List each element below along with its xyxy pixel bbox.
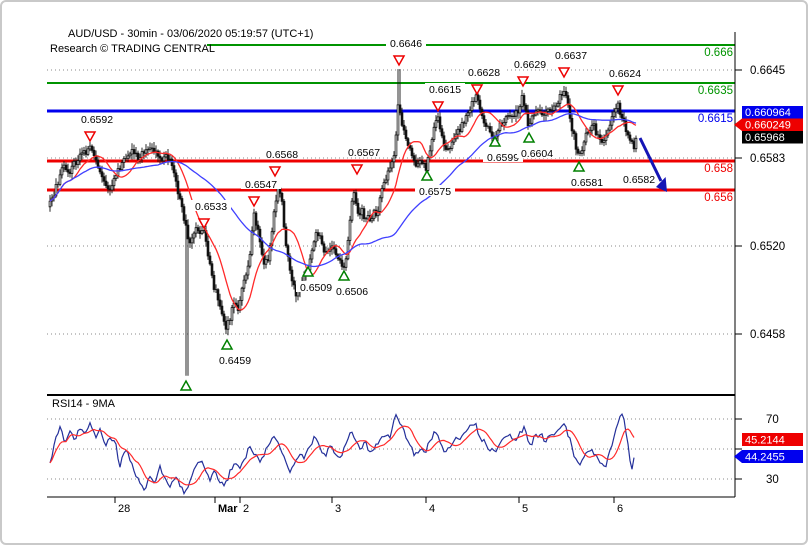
- level-label: 0.6635: [698, 85, 733, 97]
- level-label: 0.656: [704, 192, 733, 204]
- x-axis-tick-label: 3: [335, 503, 341, 515]
- x-axis-tick-label: Mar: [218, 503, 238, 515]
- rsi-tick-label: 70: [766, 414, 779, 426]
- swing-label: 0.6629: [514, 59, 546, 71]
- swing-marker-up: [220, 338, 234, 350]
- y-axis-tick-label: 0.6645: [750, 65, 785, 77]
- y-axis-tick-label: 0.6520: [750, 241, 785, 253]
- swing-marker-up: [522, 131, 536, 143]
- swing-label: 0.6628: [468, 67, 500, 79]
- swing-label: 0.6604: [521, 148, 553, 160]
- price-chart-canvas: 0.6592 0.6533 0.6547 0.6568 0.6567 0.6646 0.66…: [47, 32, 803, 515]
- swing-label: 0.6624: [609, 68, 641, 80]
- chart-attribution: Research © TRADING CENTRAL: [50, 43, 215, 55]
- swing-label: 0.6615: [429, 84, 461, 96]
- swing-label: 0.6533: [195, 201, 227, 213]
- swing-marker-down: [83, 131, 97, 143]
- level-label: 0.658: [704, 163, 733, 175]
- swing-marker-up: [301, 265, 315, 277]
- swing-label: 0.6547: [245, 179, 277, 191]
- chart-title: AUD/USD - 30min - 03/06/2020 05:19:57 (U…: [68, 28, 314, 40]
- swing-label: 0.6459: [219, 355, 251, 367]
- swing-label: 0.6592: [81, 114, 113, 126]
- swing-label: 0.6568: [266, 149, 298, 161]
- swing-marker-down: [247, 196, 261, 208]
- x-axis-tick-label: 5: [522, 503, 528, 515]
- swing-marker-down: [392, 55, 406, 67]
- chart-frame: 0.6592 0.6533 0.6547 0.6568 0.6567 0.6646 0.66…: [0, 0, 808, 545]
- swing-label: 0.6581: [571, 177, 603, 189]
- swing-label: 0.6575: [419, 186, 451, 198]
- swing-marker-down: [268, 166, 282, 178]
- price-badge-value: 45.2144: [745, 435, 785, 447]
- x-axis-tick-label: 28: [118, 503, 130, 515]
- price-badge-value: 0.65968: [745, 132, 785, 144]
- y-axis-tick-label: 0.6583: [750, 153, 785, 165]
- swing-label: 0.6646: [390, 38, 422, 50]
- rsi-tick-label: 30: [766, 474, 779, 486]
- y-axis-tick-label: 0.6458: [750, 329, 785, 341]
- swing-marker-down: [611, 85, 625, 97]
- price-badge-value: 44.2455: [745, 452, 785, 464]
- swing-label: 0.6567: [348, 147, 380, 159]
- candlestick-wicks: [49, 69, 637, 376]
- swing-marker-down: [470, 84, 484, 96]
- price-note-label: 0.6582: [623, 174, 655, 186]
- swing-label: 0.6506: [336, 286, 368, 298]
- level-label: 0.6615: [698, 113, 733, 125]
- swing-label: 0.6599: [487, 152, 519, 164]
- level-label: 0.666: [704, 47, 733, 59]
- x-axis-tick-label: 6: [617, 503, 623, 515]
- swing-marker-down: [350, 164, 364, 176]
- swing-marker-down: [516, 76, 530, 88]
- swing-marker-up: [337, 269, 351, 281]
- swing-label: 0.6509: [300, 282, 332, 294]
- price-badge-value: 0.660964: [745, 107, 791, 119]
- swing-marker-down: [197, 218, 211, 230]
- x-axis-tick-label: 4: [429, 503, 435, 515]
- swing-marker-up: [179, 379, 193, 391]
- swing-marker-down: [557, 67, 571, 79]
- rsi-line: [49, 412, 635, 496]
- swing-label: 0.6637: [555, 50, 587, 62]
- x-axis-tick-label: 2: [243, 503, 249, 515]
- swing-marker-up: [572, 160, 586, 172]
- rsi-panel-label: RSI14 - 9MA: [52, 398, 115, 410]
- swing-marker-up: [420, 169, 434, 181]
- price-badge-value: 0.660249: [745, 120, 791, 132]
